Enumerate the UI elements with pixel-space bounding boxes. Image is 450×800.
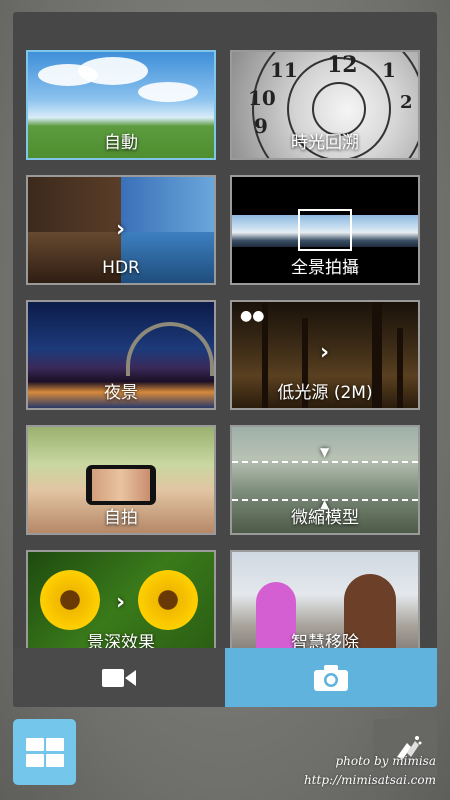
clock-number: 12 [327,52,358,78]
panorama-frame-icon [298,209,352,251]
mode-label: 夜景 [104,383,138,403]
mode-tile-time-rewind[interactable]: 11 12 1 10 2 9 時光回溯 [230,50,420,160]
clock-number: 1 [382,58,396,82]
mode-label: 自拍 [104,508,138,528]
camera-icon [314,664,348,691]
owl-icon: ●● [240,308,265,324]
mode-tile-auto[interactable]: 自動 [26,50,216,160]
clock-number: 10 [248,86,276,110]
mode-tile-low-light[interactable]: ●● › 低光源 (2M) [230,300,420,410]
mode-grid: 自動 11 12 1 10 2 9 時光回溯 › HDR 全景拍攝 夜景 ●● … [13,12,437,660]
mode-label: 低光源 (2M) [277,383,373,403]
watermark-url: http://mimisatsai.com [303,773,436,787]
watermark-credit: photo by mimisa [335,754,436,768]
mode-tile-night[interactable]: 夜景 [26,300,216,410]
mode-tile-hdr[interactable]: › HDR [26,175,216,285]
mode-tile-miniature[interactable]: ▼ ▲ 微縮模型 [230,425,420,535]
mode-tile-depth-of-field[interactable]: › 景深效果 [26,550,216,660]
mode-selector-panel: 自動 11 12 1 10 2 9 時光回溯 › HDR 全景拍攝 夜景 ●● … [13,12,437,707]
mode-label: HDR [102,258,140,278]
mode-label: 自動 [104,133,138,153]
mode-label: 時光回溯 [291,133,359,153]
mode-label: 全景拍攝 [291,258,359,278]
photo-mode-button[interactable] [225,648,437,707]
mode-grid-button[interactable] [13,719,76,785]
chevron-right-icon: › [320,340,330,365]
clock-number: 2 [400,92,413,113]
video-camera-icon [102,668,136,687]
mode-tile-smart-remove[interactable]: 智慧移除 [230,550,420,660]
chevron-right-icon: › [116,590,126,615]
triangle-down-icon: ▼ [320,445,330,459]
mode-tile-panorama[interactable]: 全景拍攝 [230,175,420,285]
clock-number: 11 [270,58,298,82]
mode-tile-selfie[interactable]: 自拍 [26,425,216,535]
capture-mode-bar [13,648,437,707]
video-mode-button[interactable] [13,648,225,707]
chevron-right-icon: › [116,217,126,242]
mode-label: 微縮模型 [291,508,359,528]
